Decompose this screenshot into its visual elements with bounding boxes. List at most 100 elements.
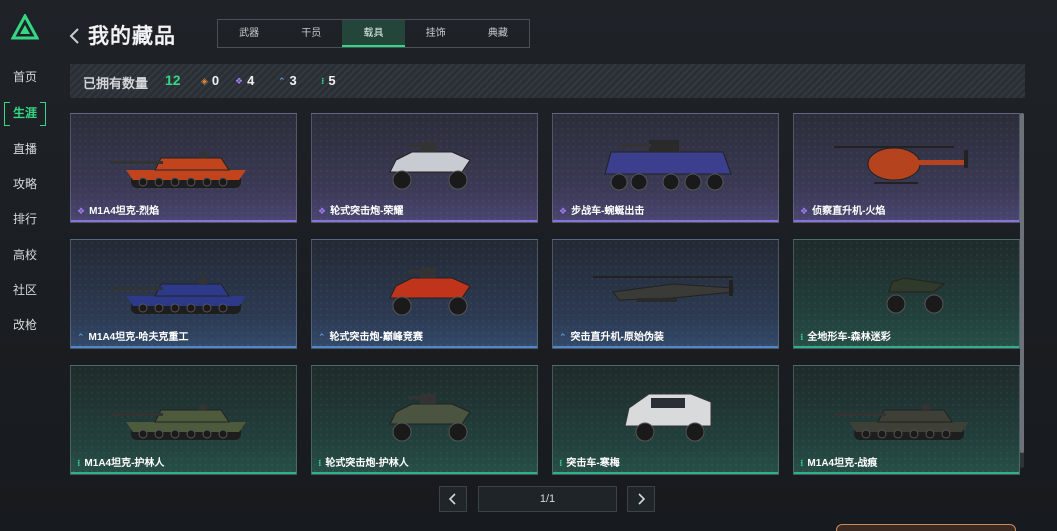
vehicle-image <box>389 268 471 316</box>
vehicle-name: ⌃ M1A4坦克-哈夫克重工 <box>77 328 189 343</box>
vehicle-name: ⁝ M1A4坦克-护林人 <box>77 454 164 469</box>
tab-0[interactable]: 武器 <box>218 20 280 47</box>
rarity-count-3: ⁝ 5 <box>321 73 336 88</box>
vehicle-card[interactable]: ❖ 步战车-蜿蜒出击 <box>552 113 779 223</box>
vehicle-image <box>111 278 246 314</box>
blue-chevron-icon: ⌃ <box>278 76 286 86</box>
vehicle-name: ❖ 侦察直升机-火焰 <box>800 202 885 217</box>
rarity-count-value: 3 <box>289 73 297 88</box>
chevron-right-icon <box>638 493 646 505</box>
vehicle-image <box>834 146 968 184</box>
green-rarity-icon: ⁝ <box>77 458 81 468</box>
vehicle-name-text: 步战车-蜿蜒出击 <box>571 206 645 217</box>
sidebar-item-6[interactable]: 社区 <box>5 279 45 301</box>
rarity-count-2: ⌃ 3 <box>278 73 297 88</box>
blue-rarity-icon: ⌃ <box>318 332 326 342</box>
sidebar: 首页生涯直播攻略排行高校社区改枪 <box>0 0 52 531</box>
sidebar-item-3[interactable]: 攻略 <box>5 173 45 195</box>
vehicle-card[interactable]: ⁝ 轮式突击炮-护林人 <box>311 365 538 475</box>
sidebar-item-7[interactable]: 改枪 <box>5 314 45 336</box>
purple-rarity-icon: ❖ <box>559 206 568 216</box>
rarity-stripe <box>71 220 296 222</box>
vehicle-name-text: M1A4坦克-护林人 <box>84 458 165 469</box>
vehicle-card[interactable]: ⌃ 轮式突击炮-巅峰竞赛 <box>311 239 538 349</box>
sidebar-item-4[interactable]: 排行 <box>5 208 45 230</box>
owned-count-total: 12 <box>165 72 181 88</box>
purple-diamond-icon: ❖ <box>235 76 244 86</box>
vehicle-image <box>593 276 734 302</box>
rarity-stripe <box>794 220 1019 222</box>
rarity-stripe <box>794 346 1019 348</box>
green-rarity-icon: ⁝ <box>559 458 563 468</box>
scrollbar[interactable] <box>1020 113 1024 468</box>
vehicle-card[interactable]: ⁝ M1A4坦克-战痕 <box>793 365 1020 475</box>
sidebar-item-0[interactable]: 首页 <box>5 66 45 88</box>
page-indicator: 1/1 <box>478 486 617 512</box>
vehicle-image <box>389 142 471 190</box>
sidebar-item-1[interactable]: 生涯 <box>4 102 46 126</box>
vehicle-name: ⌃ 轮式突击炮-巅峰竞赛 <box>318 328 423 343</box>
orange-diamond-icon: ◈ <box>201 76 208 86</box>
vehicle-name-text: 全地形车-森林迷彩 <box>807 332 891 343</box>
vehicle-card[interactable]: ⁝ 突击车-寒梅 <box>552 365 779 475</box>
owned-count-bar: 已拥有数量 12 ◈ 0 ❖ 4 ⌃ 3 ⁝ 5 <box>70 64 1025 98</box>
vehicle-name-text: 轮式突击炮-护林人 <box>325 458 409 469</box>
prev-page-button[interactable] <box>439 486 467 512</box>
scrollbar-thumb[interactable] <box>1020 113 1024 453</box>
vehicle-image <box>389 394 471 442</box>
tab-3[interactable]: 挂饰 <box>405 20 467 47</box>
purple-rarity-icon: ❖ <box>318 206 327 216</box>
rarity-stripe <box>71 472 296 474</box>
vehicle-name-text: 轮式突击炮-荣耀 <box>330 206 404 217</box>
rarity-stripe <box>312 472 537 474</box>
vehicle-name: ❖ 步战车-蜿蜒出击 <box>559 202 644 217</box>
rarity-stripe <box>312 220 537 222</box>
rarity-stripe <box>312 346 537 348</box>
vehicle-image <box>834 404 969 440</box>
vehicle-image <box>111 404 246 440</box>
blue-rarity-icon: ⌃ <box>77 332 85 342</box>
rarity-stripe <box>553 220 778 222</box>
vehicle-card[interactable]: ⌃ 突击直升机-原始伪装 <box>552 239 779 349</box>
bottom-corner-button[interactable] <box>836 524 1016 531</box>
green-dots-icon: ⁝ <box>321 76 325 86</box>
rarity-stripe <box>553 472 778 474</box>
rarity-stripe <box>71 346 296 348</box>
back-chevron-icon[interactable] <box>68 26 82 46</box>
green-rarity-icon: ⁝ <box>800 458 804 468</box>
sidebar-item-5[interactable]: 高校 <box>5 244 45 266</box>
vehicle-card[interactable]: ❖ 轮式突击炮-荣耀 <box>311 113 538 223</box>
vehicle-card[interactable]: ❖ 侦察直升机-火焰 <box>793 113 1020 223</box>
page-title: 我的藏品 <box>88 25 176 48</box>
vehicle-name-text: M1A4坦克-烈焰 <box>89 206 160 217</box>
tab-4[interactable]: 典藏 <box>467 20 529 47</box>
vehicle-image <box>624 393 712 442</box>
vehicle-name-text: 轮式突击炮-巅峰竞赛 <box>329 332 423 343</box>
rarity-stripe <box>794 472 1019 474</box>
vehicle-image <box>604 140 732 191</box>
tab-2[interactable]: 载具 <box>342 20 405 47</box>
vehicle-card[interactable]: ❖ M1A4坦克-烈焰 <box>70 113 297 223</box>
rarity-count-0: ◈ 0 <box>201 73 219 88</box>
green-rarity-icon: ⁝ <box>800 332 804 342</box>
category-tabs: 武器 干员 载具 挂饰 典藏 <box>217 19 530 48</box>
vehicle-name-text: M1A4坦克-战痕 <box>807 458 878 469</box>
vehicle-name-text: 突击直升机-原始伪装 <box>570 332 664 343</box>
vehicle-card[interactable]: ⌃ M1A4坦克-哈夫克重工 <box>70 239 297 349</box>
rarity-count-value: 0 <box>211 73 220 88</box>
vehicle-card[interactable]: ⁝ M1A4坦克-护林人 <box>70 365 297 475</box>
vehicle-name: ⁝ 全地形车-森林迷彩 <box>800 328 891 343</box>
vehicle-name: ⁝ M1A4坦克-战痕 <box>800 454 877 469</box>
vehicle-name-text: M1A4坦克-哈夫克重工 <box>88 332 189 343</box>
vehicle-name: ⌃ 突击直升机-原始伪装 <box>559 328 664 343</box>
blue-rarity-icon: ⌃ <box>559 332 567 342</box>
next-page-button[interactable] <box>627 486 655 512</box>
chevron-left-icon <box>448 493 456 505</box>
rarity-stripe <box>553 346 778 348</box>
vehicle-name: ❖ 轮式突击炮-荣耀 <box>318 202 403 217</box>
vehicle-name-text: 侦察直升机-火焰 <box>812 206 886 217</box>
vehicle-card[interactable]: ⁝ 全地形车-森林迷彩 <box>793 239 1020 349</box>
sidebar-item-2[interactable]: 直播 <box>5 138 45 160</box>
tab-1[interactable]: 干员 <box>280 20 342 47</box>
rarity-count-value: 5 <box>328 73 336 88</box>
